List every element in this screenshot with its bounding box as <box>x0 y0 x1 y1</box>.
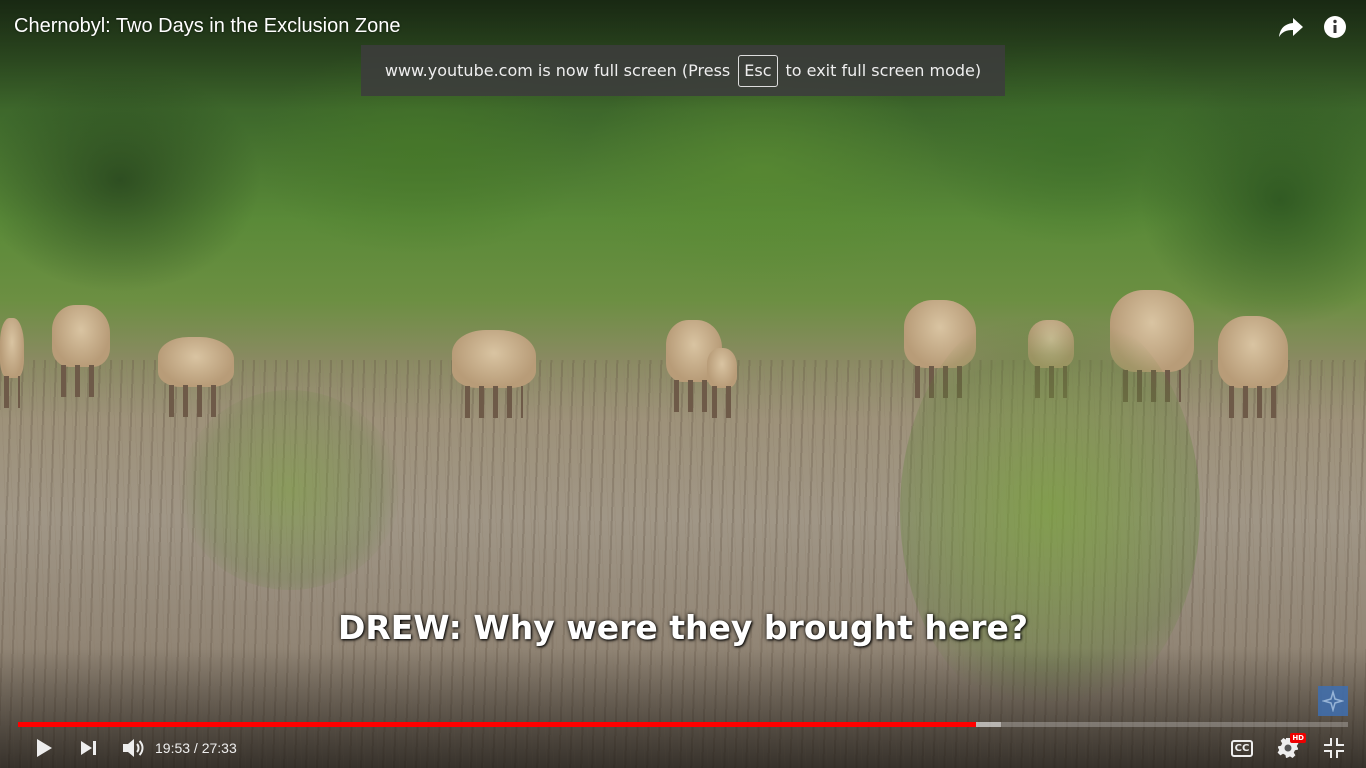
esc-key-hint: Esc <box>738 54 778 87</box>
hd-badge: HD <box>1290 733 1306 743</box>
horse <box>158 337 234 417</box>
top-actions <box>1278 14 1348 40</box>
play-icon[interactable] <box>30 734 58 762</box>
foreground-bush <box>180 390 400 590</box>
progress-bar[interactable] <box>18 722 1348 727</box>
next-icon[interactable] <box>75 734 103 762</box>
controls-left: 19:53 / 27:33 <box>30 734 237 762</box>
volume-icon[interactable] <box>120 734 148 762</box>
current-time: 19:53 <box>155 740 191 756</box>
info-icon[interactable] <box>1322 14 1348 40</box>
fullscreen-notice: www.youtube.com is now full screen (Pres… <box>361 45 1005 96</box>
time-separator: / <box>190 740 202 756</box>
horse <box>452 330 536 418</box>
captions-label: CC <box>1230 739 1254 757</box>
captions-icon[interactable]: CC <box>1228 734 1256 762</box>
share-icon[interactable] <box>1278 14 1304 40</box>
video-frame[interactable] <box>0 0 1366 768</box>
controls-right: CC HD <box>1228 733 1348 762</box>
horse <box>1218 316 1288 418</box>
progress-played <box>18 722 976 727</box>
horse <box>52 305 110 397</box>
horse <box>0 318 24 408</box>
subtitle-caption: DREW: Why were they brought here? <box>337 608 1029 647</box>
video-title[interactable]: Chernobyl: Two Days in the Exclusion Zon… <box>14 15 401 38</box>
fullscreen-notice-text: www.youtube.com is now full screen (Pres… <box>384 61 731 80</box>
channel-watermark-icon[interactable] <box>1318 686 1348 716</box>
gear-icon[interactable]: HD <box>1274 733 1306 762</box>
horse <box>707 348 737 418</box>
exit-fullscreen-icon[interactable] <box>1320 734 1348 762</box>
duration: 27:33 <box>201 740 237 756</box>
fullscreen-notice-text-end: to exit full screen mode) <box>785 61 982 80</box>
time-display: 19:53 / 27:33 <box>155 740 237 756</box>
